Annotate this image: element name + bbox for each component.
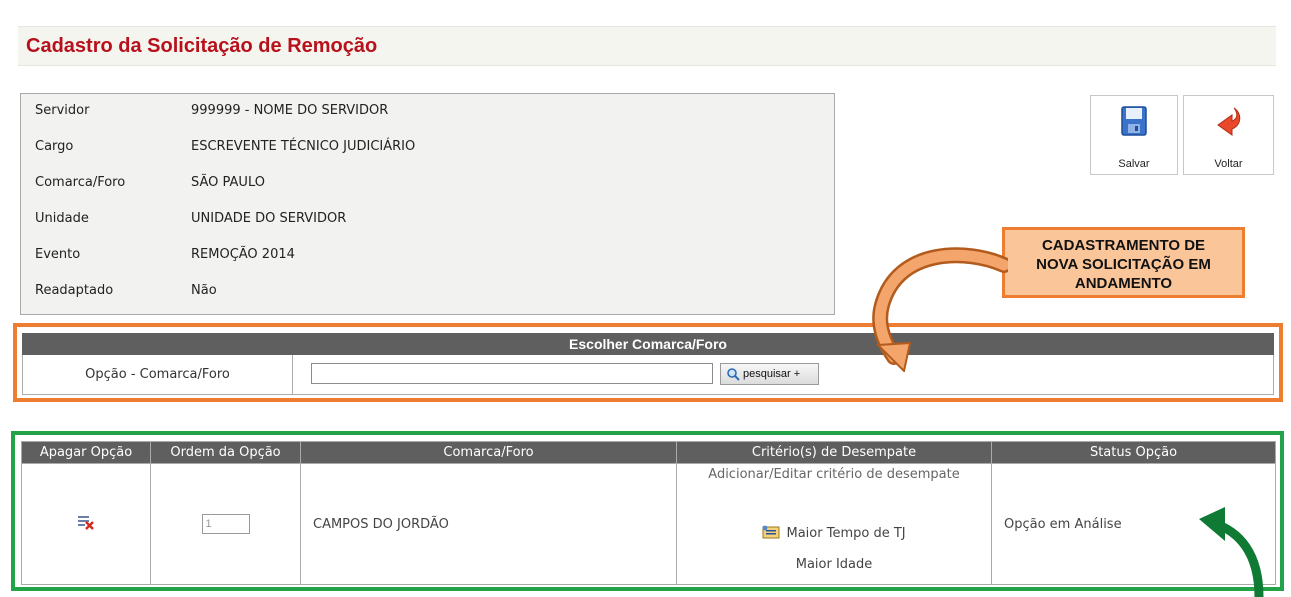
table-header-row: Apagar Opção Ordem da Opção Comarca/Foro… xyxy=(21,441,1276,464)
column-header: Apagar Opção xyxy=(21,441,151,464)
column-header: Comarca/Foro xyxy=(300,441,677,464)
criteria-label: Maior Tempo de TJ xyxy=(786,526,906,541)
option-order-input[interactable] xyxy=(201,514,250,534)
info-label: Readaptado xyxy=(35,283,114,298)
floppy-disk-icon xyxy=(1121,106,1147,136)
delete-cell xyxy=(21,463,151,585)
edit-criteria-icon[interactable] xyxy=(762,525,782,539)
info-label: Unidade xyxy=(35,211,89,226)
save-button[interactable]: Salvar xyxy=(1090,95,1178,175)
info-label: Evento xyxy=(35,247,81,262)
servidor-info-panel: Servidor 999999 - NOME DO SERVIDOR Cargo… xyxy=(20,93,835,315)
info-label: Cargo xyxy=(35,139,74,154)
search-section-header: Escolher Comarca/Foro xyxy=(22,333,1274,355)
info-value: UNIDADE DO SERVIDOR xyxy=(191,211,347,226)
info-value: SÃO PAULO xyxy=(191,175,265,190)
callout-line: ANDAMENTO xyxy=(1074,275,1173,292)
search-row: Opção - Comarca/Foro pesquisar + xyxy=(22,355,1274,395)
column-header: Critério(s) de Desempate xyxy=(676,441,992,464)
info-value: REMOÇÃO 2014 xyxy=(191,247,295,262)
options-section-highlight: Apagar Opção Ordem da Opção Comarca/Foro… xyxy=(11,431,1284,591)
delete-option-icon[interactable] xyxy=(77,513,95,531)
table-row: CAMPOS DO JORDÃO Adicionar/Editar critér… xyxy=(21,463,1276,585)
criteria-cell: Adicionar/Editar critério de desempate M… xyxy=(676,463,992,585)
options-table: Apagar Opção Ordem da Opção Comarca/Foro… xyxy=(21,441,1276,585)
info-label: Servidor xyxy=(35,103,90,118)
back-button-label: Voltar xyxy=(1214,158,1243,170)
column-header: Status Opção xyxy=(991,441,1276,464)
comarca-cell: CAMPOS DO JORDÃO xyxy=(300,463,677,585)
search-button-label: pesquisar + xyxy=(743,368,801,380)
callout-line: CADASTRAMENTO DE xyxy=(1041,237,1206,254)
curved-back-arrow-icon xyxy=(1216,107,1240,136)
status-callout: CADASTRAMENTO DE NOVA SOLICITAÇÃO EM AND… xyxy=(1002,227,1245,298)
info-value: 999999 - NOME DO SERVIDOR xyxy=(191,103,389,118)
edit-criteria-link[interactable]: Adicionar/Editar critério de desempate xyxy=(677,467,991,482)
search-button[interactable]: pesquisar + xyxy=(720,363,819,385)
comarca-search-input[interactable] xyxy=(311,363,713,384)
info-value: ESCREVENTE TÉCNICO JUDICIÁRIO xyxy=(191,139,416,154)
magnifier-icon xyxy=(727,368,740,381)
comarca-field-label: Opção - Comarca/Foro xyxy=(23,355,293,394)
save-button-label: Salvar xyxy=(1118,158,1150,170)
callout-line: NOVA SOLICITAÇÃO EM xyxy=(1036,256,1211,273)
criteria-label: Maior Idade xyxy=(795,557,873,572)
page-title: Cadastro da Solicitação de Remoção xyxy=(26,35,378,57)
column-header: Ordem da Opção xyxy=(150,441,301,464)
order-cell xyxy=(150,463,301,585)
back-button[interactable]: Voltar xyxy=(1183,95,1274,175)
status-cell: Opção em Análise xyxy=(991,463,1276,585)
info-value: Não xyxy=(191,283,217,298)
criteria-item: Maior Tempo de TJ xyxy=(677,525,991,541)
info-label: Comarca/Foro xyxy=(35,175,126,190)
search-section-highlight: Escolher Comarca/Foro Opção - Comarca/Fo… xyxy=(13,323,1283,402)
page-title-bar: Cadastro da Solicitação de Remoção xyxy=(18,26,1276,66)
